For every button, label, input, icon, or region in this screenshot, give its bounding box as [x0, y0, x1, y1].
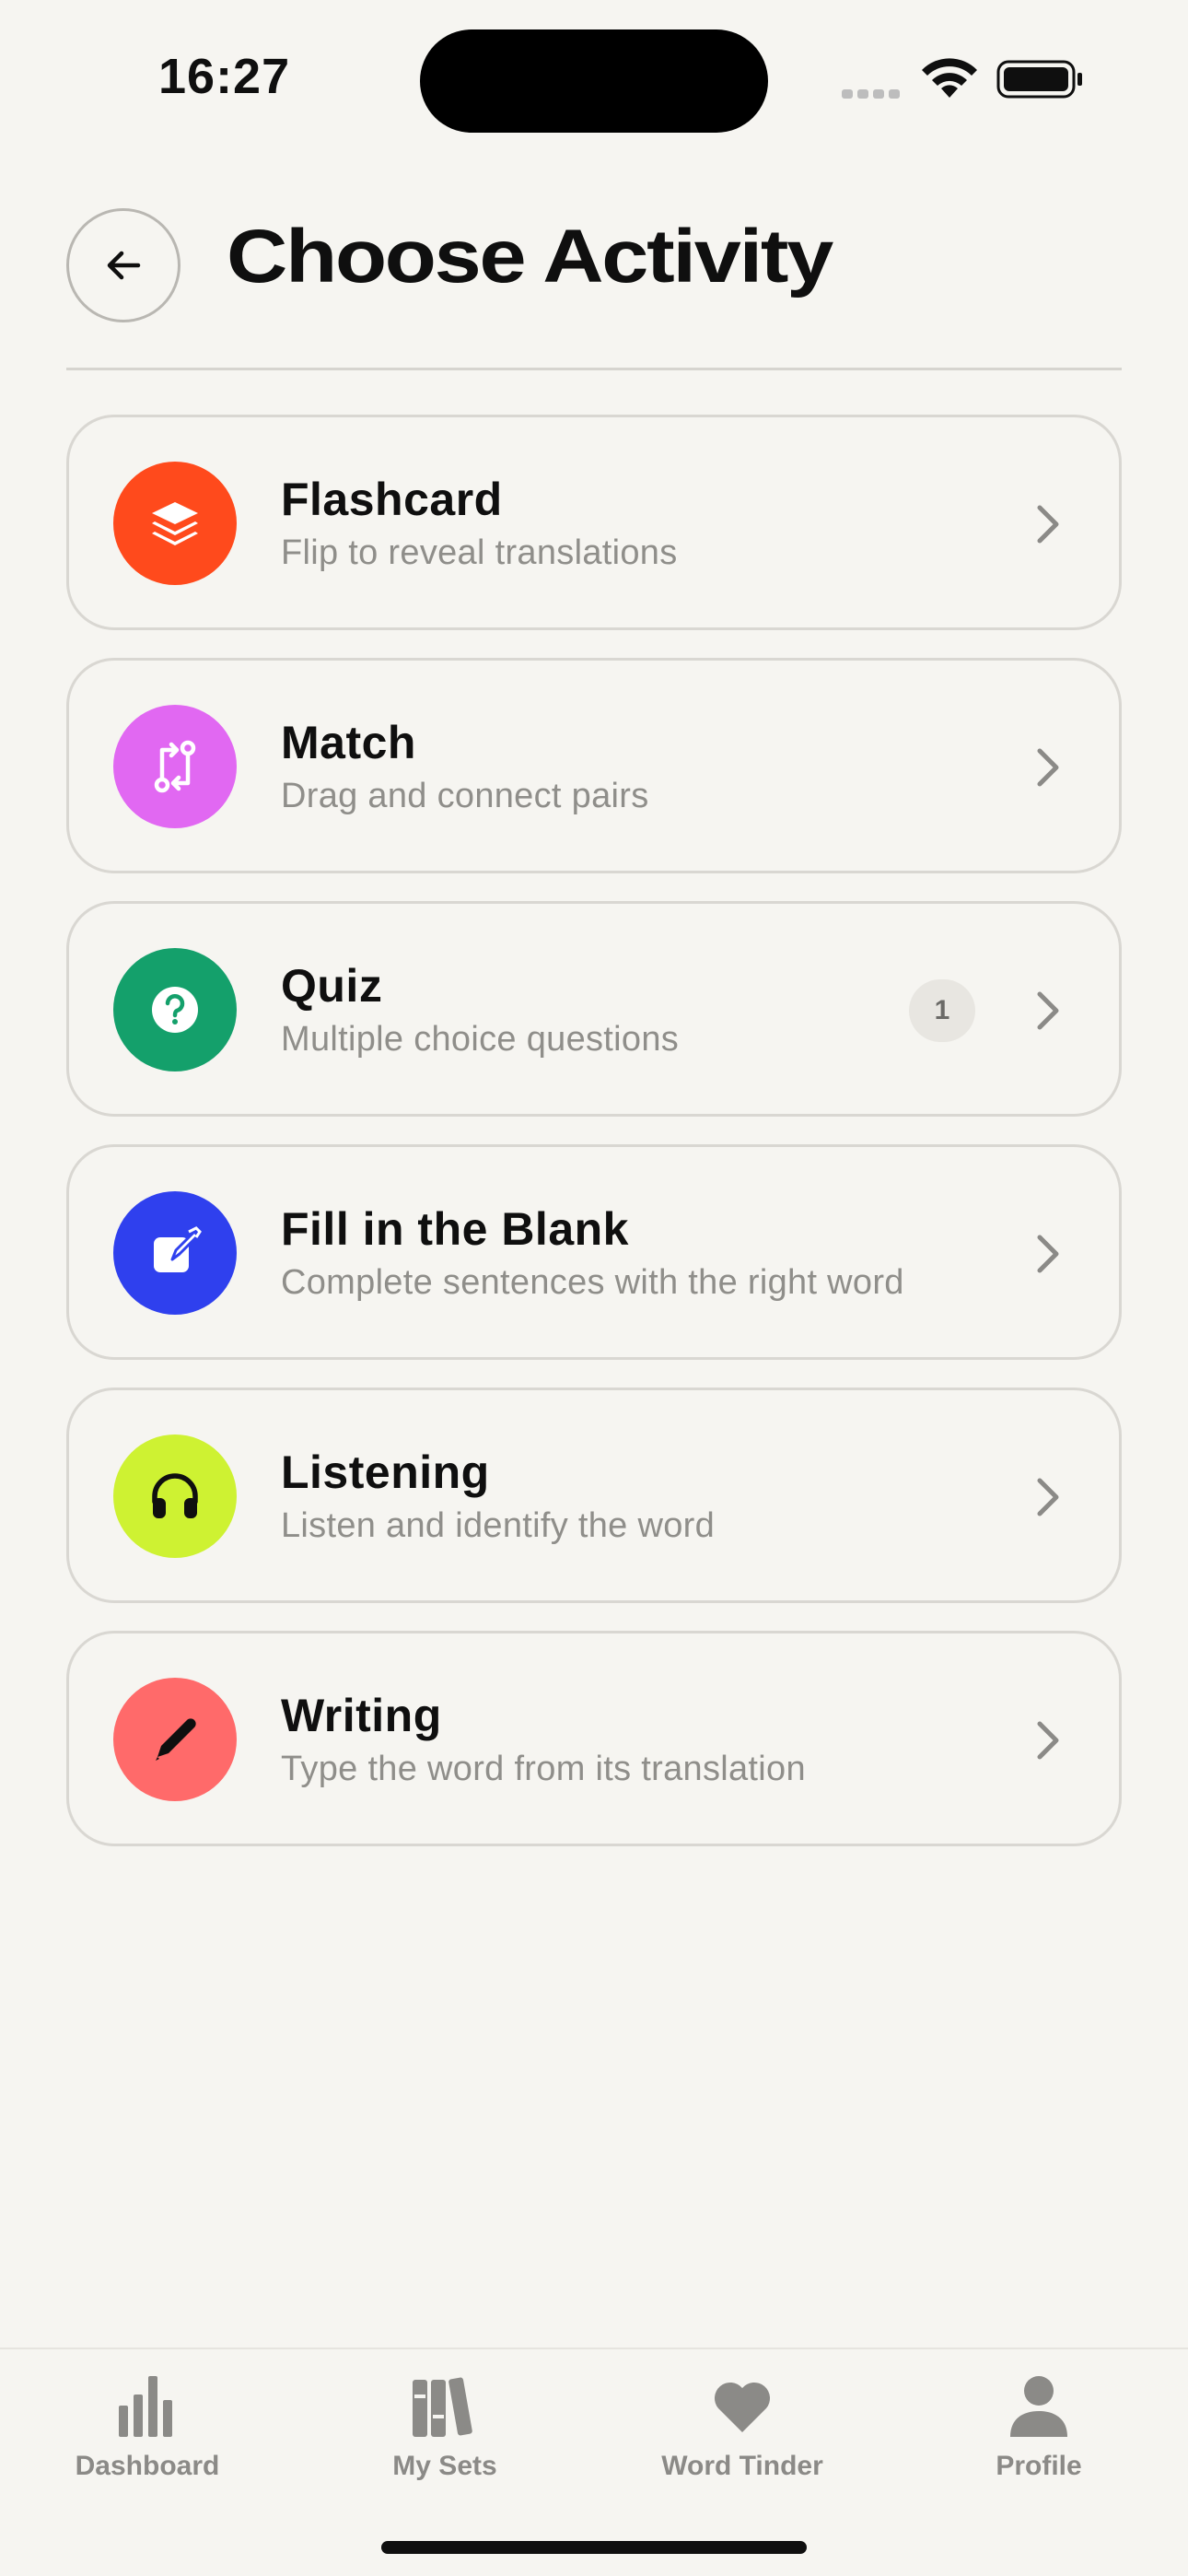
activity-subtitle: Listen and identify the word	[281, 1506, 716, 1545]
activity-card-match[interactable]: Match Drag and connect pairs	[66, 658, 1122, 873]
books-icon	[406, 2368, 483, 2445]
arrow-left-icon	[107, 251, 141, 280]
activity-icon-badge	[113, 462, 237, 585]
activity-subtitle: Flip to reveal translations	[281, 533, 678, 572]
edit-square-icon	[154, 1226, 202, 1272]
activity-icon-badge	[113, 1678, 237, 1801]
tab-label: My Sets	[392, 2451, 497, 2481]
activity-card-listening[interactable]: Listening Listen and identify the word	[66, 1388, 1122, 1603]
activity-card-flashcard[interactable]: Flashcard Flip to reveal translations	[66, 415, 1122, 630]
page-header: Choose Activity	[66, 208, 1122, 369]
home-indicator[interactable]	[381, 2541, 807, 2554]
wifi-icon	[922, 58, 977, 98]
chevron-right-icon	[1037, 505, 1059, 544]
activity-card-quiz[interactable]: Quiz Multiple choice questions 1	[66, 901, 1122, 1117]
tab-profile[interactable]: Profile	[928, 2368, 1149, 2506]
battery-icon	[996, 60, 1082, 99]
activity-title: Quiz	[281, 960, 383, 1012]
status-bar: 16:27	[0, 0, 1188, 157]
tab-my-sets[interactable]: My Sets	[334, 2368, 555, 2506]
page-title: Choose Activity	[227, 215, 833, 299]
activity-subtitle: Complete sentences with the right word	[281, 1263, 904, 1302]
chevron-right-icon	[1037, 1721, 1059, 1760]
activity-subtitle: Drag and connect pairs	[281, 777, 649, 815]
tab-dashboard[interactable]: Dashboard	[37, 2368, 258, 2506]
header-divider	[66, 368, 1122, 370]
pencil-icon	[156, 1718, 196, 1761]
stack-icon	[152, 502, 198, 545]
activity-icon-badge	[113, 1434, 237, 1558]
tab-label: Word Tinder	[661, 2451, 823, 2481]
heart-icon	[704, 2368, 781, 2445]
chevron-right-icon	[1037, 1478, 1059, 1516]
back-button[interactable]	[66, 208, 181, 322]
activity-icon-badge	[113, 1191, 237, 1315]
activity-list: Flashcard Flip to reveal translations Ma…	[66, 415, 1122, 1874]
cellular-signal-icon	[842, 87, 904, 103]
person-icon	[1000, 2368, 1077, 2445]
activity-title: Flashcard	[281, 474, 503, 525]
dynamic-island	[420, 29, 768, 133]
activity-icon-badge	[113, 948, 237, 1071]
tab-label: Dashboard	[75, 2451, 220, 2481]
chevron-right-icon	[1037, 991, 1059, 1030]
question-icon	[152, 987, 198, 1033]
chevron-right-icon	[1037, 748, 1059, 787]
headphones-icon	[152, 1473, 198, 1518]
tab-label: Profile	[996, 2451, 1082, 2481]
activity-subtitle: Multiple choice questions	[281, 1020, 680, 1059]
status-time: 16:27	[158, 49, 291, 104]
activity-card-writing[interactable]: Writing Type the word from its translati…	[66, 1631, 1122, 1846]
count-badge: 1	[909, 979, 975, 1042]
tab-word-tinder[interactable]: Word Tinder	[632, 2368, 853, 2506]
chevron-right-icon	[1037, 1235, 1059, 1273]
activity-title: Match	[281, 717, 416, 768]
connect-arrows-icon	[154, 740, 196, 793]
bar-chart-icon	[109, 2368, 186, 2445]
activity-title: Fill in the Blank	[281, 1203, 629, 1255]
activity-title: Writing	[281, 1690, 442, 1741]
activity-card-fill-in-the-blank[interactable]: Fill in the Blank Complete sentences wit…	[66, 1144, 1122, 1360]
activity-icon-badge	[113, 705, 237, 828]
activity-title: Listening	[281, 1446, 490, 1498]
activity-subtitle: Type the word from its translation	[281, 1750, 806, 1788]
